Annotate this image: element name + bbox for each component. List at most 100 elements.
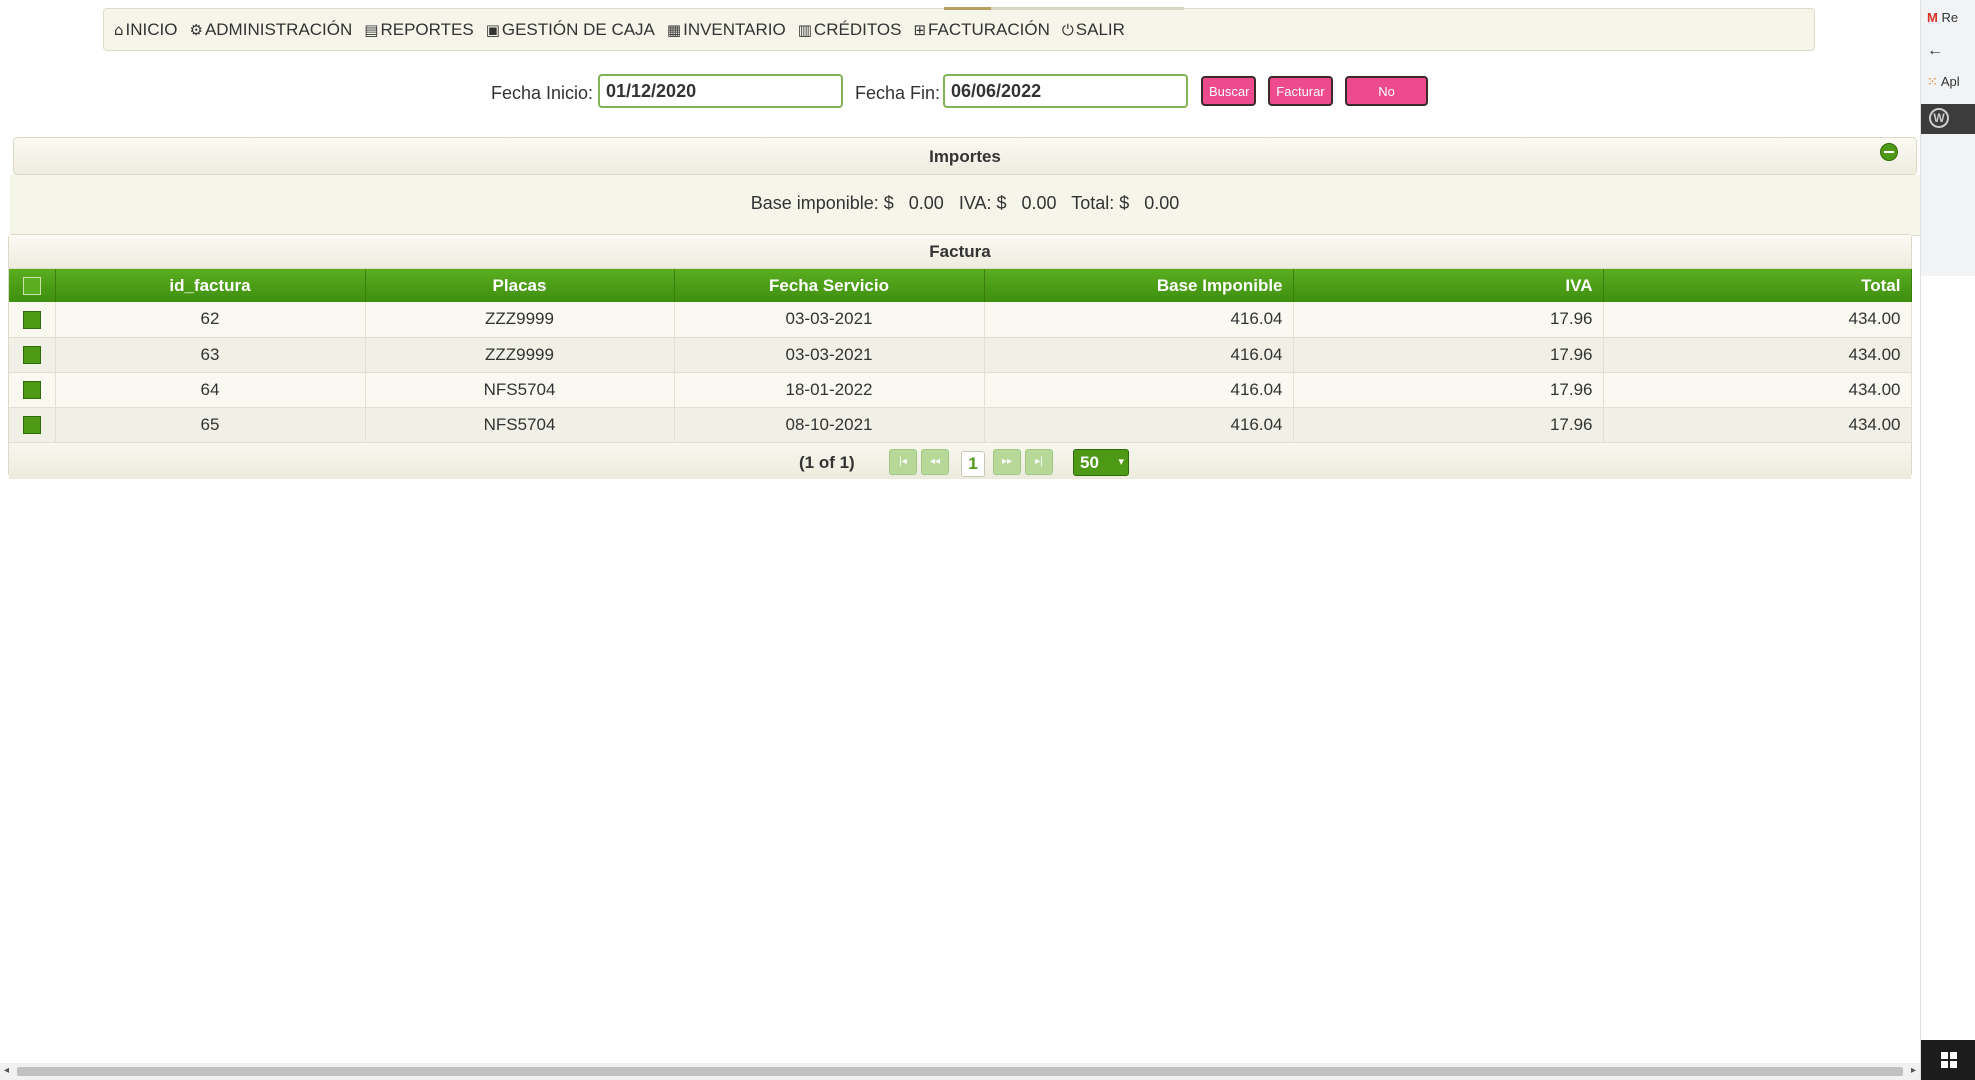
cell-id-factura: 64 (55, 372, 366, 408)
previous-page-button[interactable]: ◂◂ (921, 448, 949, 475)
column-header-placas[interactable]: Placas (365, 269, 675, 302)
table-header-row: id_factura Placas Fecha Servicio Base Im… (9, 269, 1912, 302)
document-icon: ▤ (364, 20, 379, 39)
menu-item-inicio[interactable]: ⌂ INICIO (114, 20, 177, 40)
row-select-cell[interactable] (9, 337, 56, 373)
cell-fecha-servicio: 18-01-2022 (674, 372, 985, 408)
scroll-right-icon[interactable]: ▸ (1911, 1065, 1916, 1076)
row-checkbox[interactable] (22, 381, 41, 400)
first-page-button[interactable]: |◂ (889, 448, 917, 475)
end-date-input[interactable] (943, 74, 1188, 108)
menu-item-administracion[interactable]: ⚙ ADMINISTRACIÓN (189, 20, 352, 40)
cell-id-factura: 62 (55, 302, 366, 338)
menu-item-gestion-de-caja[interactable]: ▣ GESTIÓN DE CAJA (486, 20, 655, 40)
row-checkbox[interactable] (22, 346, 41, 365)
side-tab-label: Re (1941, 10, 1959, 25)
menu-item-facturacion[interactable]: ⊞ FACTURACIÓN (913, 20, 1049, 40)
menu-item-label: INVENTARIO (683, 19, 786, 39)
menu-item-label: GESTIÓN DE CAJA (501, 19, 655, 39)
cell-placas: ZZZ9999 (365, 302, 675, 338)
importes-summary: Base imponible: $ 0.00 IVA: $ 0.00 Total… (750, 193, 1180, 213)
column-header-total[interactable]: Total (1603, 269, 1912, 302)
menu-item-label: CRÉDITOS (813, 19, 902, 39)
menu-item-inventario[interactable]: ▦ INVENTARIO (667, 20, 786, 40)
no-invoice-button[interactable]: No Facturar (1345, 76, 1428, 125)
scrollbar-thumb[interactable] (17, 1067, 1903, 1076)
side-tab[interactable]: M Re (1927, 10, 1958, 25)
cell-total: 434.00 (1603, 407, 1912, 443)
scroll-left-icon[interactable]: ◂ (4, 1065, 9, 1076)
menu-item-label: ADMINISTRACIÓN (204, 19, 353, 39)
menu-item-reportes[interactable]: ▤ REPORTES (364, 20, 473, 40)
next-page-button[interactable]: ▸▸ (993, 448, 1021, 475)
menu-item-salir[interactable]: ⏻ SALIR (1062, 20, 1125, 40)
chevron-down-icon: ▾ (1118, 455, 1124, 468)
last-page-button[interactable]: ▸| (1025, 448, 1053, 475)
importes-panel-header: Importes (13, 137, 1917, 175)
importes-panel-body: Base imponible: $ 0.00 IVA: $ 0.00 Total… (10, 175, 1920, 236)
menu-item-label: FACTURACIÓN (928, 19, 1050, 39)
row-checkbox[interactable] (22, 416, 41, 435)
column-header-fecha-servicio[interactable]: Fecha Servicio (674, 269, 985, 302)
book-icon: ▥ (797, 20, 812, 39)
end-date-label: Fecha Fin: (855, 83, 941, 103)
rows-per-page-value: 50 (1080, 452, 1099, 472)
select-all-checkbox[interactable] (22, 277, 41, 296)
gears-icon: ⚙ (189, 20, 203, 39)
cell-placas: NFS5704 (365, 372, 675, 408)
search-button[interactable]: Buscar (1201, 76, 1256, 106)
menu-item-label: INICIO (125, 19, 178, 39)
back-arrow-icon[interactable]: ← (1927, 42, 1943, 60)
row-checkbox[interactable] (22, 310, 41, 329)
menu-item-creditos[interactable]: ▥ CRÉDITOS (798, 20, 902, 40)
inventory-icon: ▦ (666, 20, 682, 39)
app-window: ⌂ INICIO ⚙ ADMINISTRACIÓN ▤ REPORTES ▣ G… (0, 0, 1920, 1080)
wordpress-icon[interactable]: W (1929, 108, 1949, 128)
rows-per-page-select[interactable]: 50 ▾ (1073, 448, 1129, 476)
menu-item-label: REPORTES (380, 19, 474, 39)
table-row[interactable]: 62 ZZZ9999 03-03-2021 416.04 17.96 434.0… (9, 302, 1912, 338)
cell-total: 434.00 (1603, 302, 1912, 338)
row-select-cell[interactable] (9, 407, 56, 443)
grid-icon: ⊞ (913, 20, 927, 39)
menubar-tab-indicator (944, 7, 1184, 10)
table-row[interactable]: 63 ZZZ9999 03-03-2021 416.04 17.96 434.0… (9, 337, 1912, 373)
windows-start-icon[interactable] (1941, 1052, 1957, 1068)
page-number-1[interactable]: 1 (961, 450, 985, 477)
start-date-label: Fecha Inicio: (491, 83, 594, 103)
column-header-id-factura[interactable]: id_factura (55, 269, 366, 302)
table-caption: Factura (9, 235, 1911, 269)
side-apps-item[interactable]: ⁙ Apl (1927, 74, 1960, 90)
page-status: (1 of 1) (799, 452, 855, 472)
cell-id-factura: 63 (55, 337, 366, 373)
side-browser-panel: M Re ← ⁙ Apl W (1920, 0, 1975, 1080)
cell-placas: NFS5704 (365, 407, 675, 443)
factura-table-panel: Factura id_factura Placas Fecha Servicio… (8, 234, 1912, 479)
cell-id-factura: 65 (55, 407, 366, 443)
power-icon: ⏻ (1061, 20, 1074, 39)
side-apps-label: Apl (1940, 74, 1960, 89)
menu-item-label: SALIR (1075, 19, 1125, 39)
row-select-cell[interactable] (9, 302, 56, 338)
date-filter-bar: Fecha Inicio: Fecha Fin: Buscar Facturar… (0, 74, 1920, 125)
table-paginator: (1 of 1) |◂ ◂◂ 1 ▸▸ ▸| 50 ▾ (9, 442, 1911, 479)
column-header-iva[interactable]: IVA (1293, 269, 1604, 302)
row-select-cell[interactable] (9, 372, 56, 408)
gmail-icon: M (1927, 10, 1938, 25)
collapse-icon[interactable] (1880, 143, 1898, 161)
start-date-input[interactable] (598, 74, 843, 108)
column-header-base-imponible[interactable]: Base Imponible (984, 269, 1294, 302)
table-row[interactable]: 64 NFS5704 18-01-2022 416.04 17.96 434.0… (9, 372, 1912, 408)
apps-grid-icon: ⁙ (1927, 74, 1938, 89)
cell-fecha-servicio: 03-03-2021 (674, 337, 985, 373)
invoice-button[interactable]: Facturar (1268, 76, 1333, 106)
home-icon: ⌂ (114, 20, 124, 39)
cell-placas: ZZZ9999 (365, 337, 675, 373)
cell-base-imponible: 416.04 (984, 302, 1294, 338)
factura-table: id_factura Placas Fecha Servicio Base Im… (9, 269, 1912, 443)
table-row[interactable]: 65 NFS5704 08-10-2021 416.04 17.96 434.0… (9, 407, 1912, 443)
select-all-header[interactable] (9, 269, 56, 302)
horizontal-scrollbar[interactable]: ◂ ▸ (0, 1063, 1920, 1080)
cell-base-imponible: 416.04 (984, 407, 1294, 443)
cell-iva: 17.96 (1293, 302, 1604, 338)
